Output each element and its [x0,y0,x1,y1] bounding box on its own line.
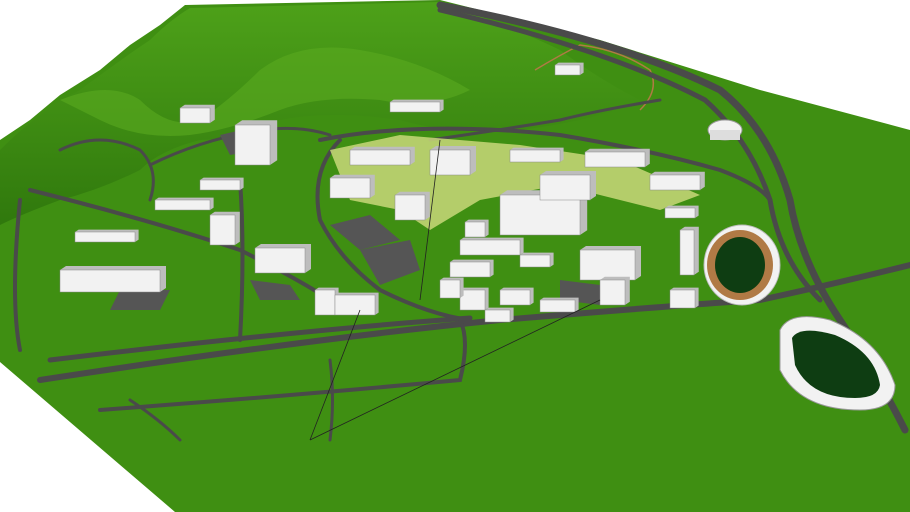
building[interactable] [74,231,136,243]
building[interactable] [499,289,531,306]
stadium-track[interactable] [703,224,781,306]
building[interactable] [459,289,486,311]
building[interactable] [459,239,521,256]
building[interactable] [234,124,271,166]
building[interactable] [539,299,576,313]
building[interactable] [199,179,241,191]
building[interactable] [254,247,306,274]
building[interactable] [584,151,646,168]
building[interactable] [599,279,626,306]
building[interactable] [484,309,511,323]
building[interactable] [539,174,591,201]
building[interactable] [209,214,236,246]
building[interactable] [439,279,461,299]
building[interactable] [329,177,371,199]
building[interactable] [179,107,211,124]
building[interactable] [669,289,696,309]
campus-3d-model-view[interactable] [0,0,910,512]
building[interactable] [349,149,411,166]
building[interactable] [664,207,696,219]
building[interactable] [579,249,636,281]
building[interactable] [554,64,581,76]
building[interactable] [394,194,426,221]
building[interactable] [509,149,561,163]
building[interactable] [649,174,701,191]
building[interactable] [389,101,441,113]
building[interactable] [464,221,486,238]
building[interactable] [59,269,161,293]
building[interactable] [519,254,551,268]
building[interactable] [449,261,491,278]
building[interactable] [334,294,376,316]
building[interactable] [154,199,211,211]
arena-dome[interactable] [707,119,743,141]
building[interactable] [499,194,581,236]
building[interactable] [314,289,336,316]
building[interactable] [679,229,695,276]
